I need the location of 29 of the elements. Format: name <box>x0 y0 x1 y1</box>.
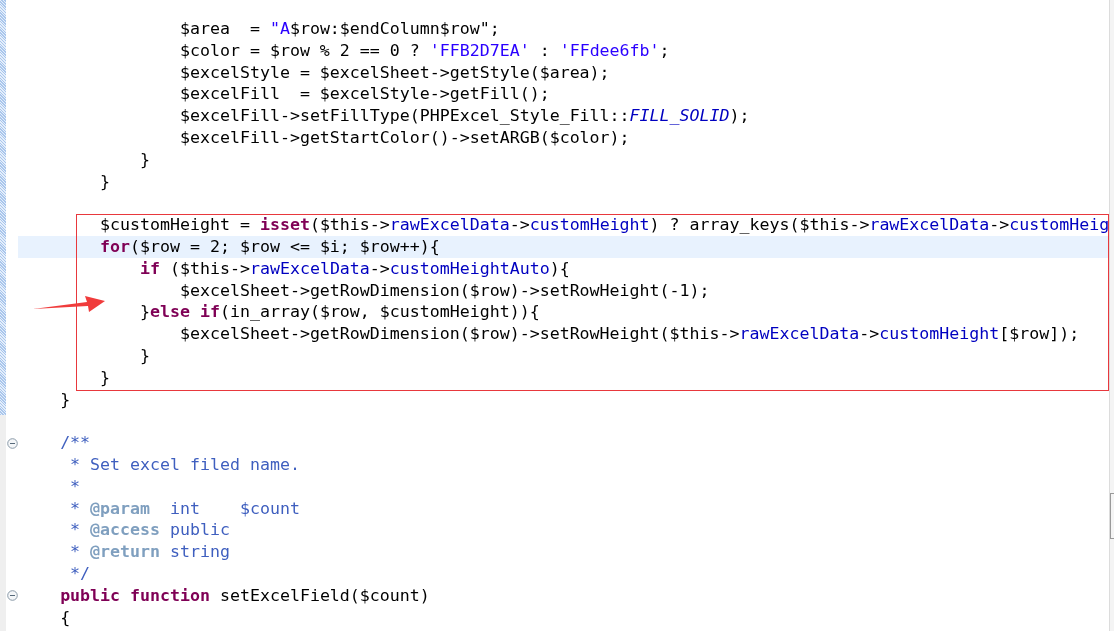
code-line: $excelFill = $excelStyle->getFill(); <box>179 84 550 104</box>
code-line: $excelFill->getStartColor()->setARGB($color); <box>179 128 630 147</box>
fold-toggle-icon[interactable] <box>6 437 18 449</box>
scrollbar-thumb[interactable] <box>1110 493 1114 539</box>
code-line: $excelFill->setFillType(PHPExcel_Style_Fill::FILL_SOLID); <box>179 106 750 126</box>
code-line: * @return string <box>69 542 230 562</box>
code-line: } <box>99 171 111 191</box>
code-line: $excelSheet->getRowDimension($row)->setRowHeight(-1); <box>179 280 710 300</box>
code-line: /** <box>60 433 91 453</box>
code-line: }else if(in_array($row, $customHeight)){ <box>139 302 540 322</box>
code-line: } <box>99 367 111 387</box>
code-line: public function setExcelField($count) <box>60 585 430 605</box>
code-line: $area = "A$row:$endColumn$row"; <box>179 19 500 38</box>
fold-toggle-icon[interactable] <box>6 590 18 602</box>
code-line: } <box>139 345 151 365</box>
code-line: for($row = 2; $row <= $i; $row++){ <box>99 236 440 256</box>
code-line: * <box>69 476 81 496</box>
code-line: $excelSheet->getRowDimension($row)->setRowHeight($this->rawExcelData->customHeight[$row]); <box>179 324 1080 344</box>
code-line: * Set excel filed name. <box>69 454 300 474</box>
code-line: { <box>60 607 71 627</box>
code-line: } <box>139 149 151 169</box>
code-line: $excelStyle = $excelSheet->getStyle($area); <box>179 62 610 82</box>
code-line: */ <box>69 563 91 583</box>
code-line: } <box>60 389 71 409</box>
code-line: $color = $row % 2 == 0 ? 'FFB2D7EA' : 'FFdee6fb'; <box>179 40 670 60</box>
code-line: * @access public <box>69 520 230 540</box>
code-line: $customHeight = isset($this->rawExcelData->customHeight) ? array_keys($this->rawExcelData->customHeig <box>99 215 1110 235</box>
code-line: if ($this->rawExcelData->customHeightAuto){ <box>139 258 570 278</box>
code-line: * @param int $count <box>69 498 300 518</box>
